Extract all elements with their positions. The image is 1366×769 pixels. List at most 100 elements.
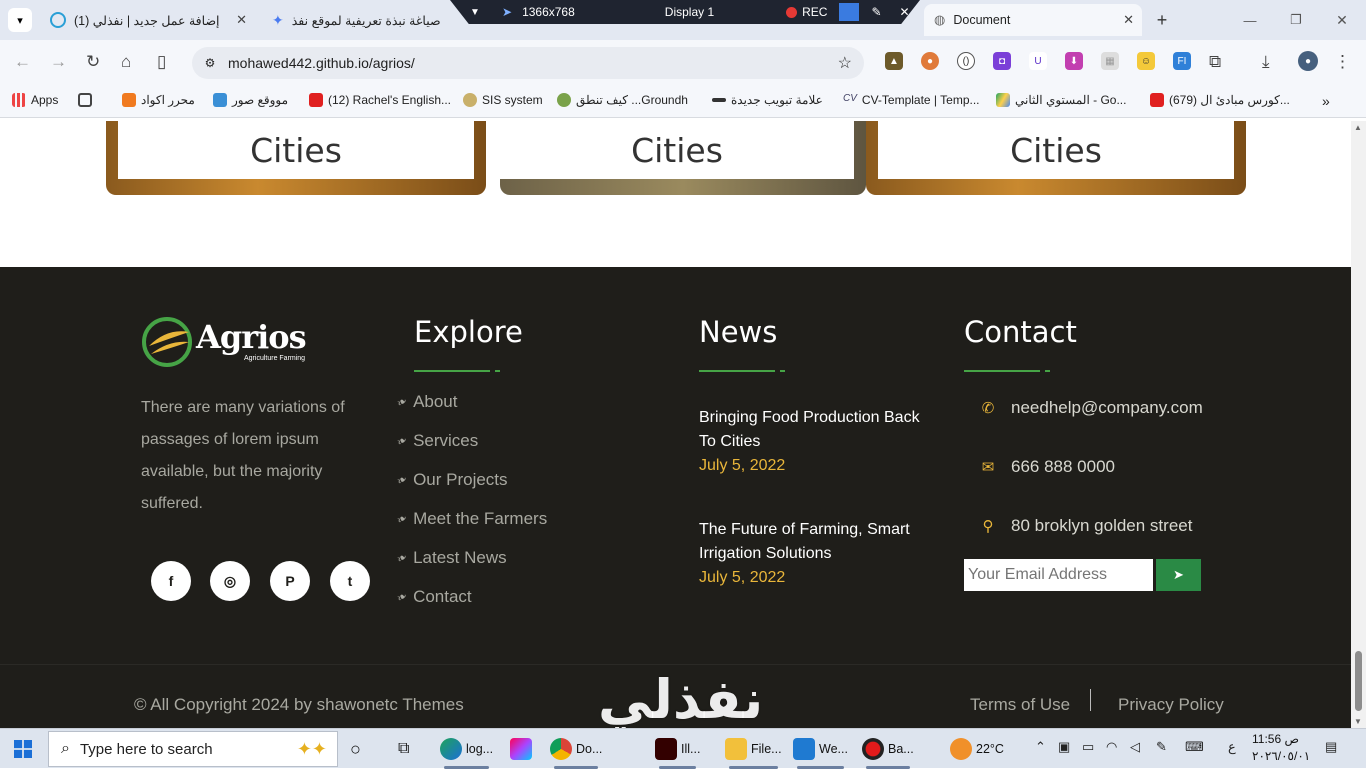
address-bar[interactable]: ⚙ mohawed442.github.io/agrios/ ☆ bbox=[192, 47, 864, 79]
profile-avatar[interactable]: ● bbox=[1298, 51, 1318, 71]
taskbar-search[interactable]: ⌕ Type here to search ✦✦ bbox=[48, 731, 338, 767]
camera-icon[interactable] bbox=[839, 3, 860, 21]
tab-nafezly[interactable]: (1) إضافة عمل جديد | نفذلي ✕ bbox=[40, 4, 255, 36]
sidebar-button[interactable]: ▯ bbox=[157, 52, 166, 72]
windows-start-icon[interactable] bbox=[14, 740, 32, 758]
agrios-logo[interactable]: Agrios Agriculture Farming bbox=[141, 316, 316, 368]
clock-date[interactable]: ٢٠٢٦/٠٥/٠١ bbox=[1252, 749, 1310, 763]
home-button[interactable]: ⌂ bbox=[121, 52, 131, 72]
city-card[interactable]: Cities bbox=[106, 121, 486, 195]
download-icon[interactable]: ⤓ bbox=[1262, 52, 1270, 72]
page-scrollbar[interactable]: ▲ ▼ bbox=[1351, 121, 1366, 728]
weather-widget[interactable]: 22°C bbox=[950, 736, 1004, 762]
battery-icon[interactable]: ▭ bbox=[1082, 739, 1094, 755]
extension-icon[interactable]: ▦ bbox=[1101, 52, 1119, 70]
pinterest-icon[interactable]: P bbox=[270, 561, 310, 601]
taskbar-app-m365[interactable] bbox=[510, 736, 532, 762]
recorder-display[interactable]: Display 1 bbox=[665, 5, 714, 19]
bookmark-item[interactable]: المستوي الثاني - Go... bbox=[996, 93, 1126, 107]
recorder-rec-label[interactable]: REC bbox=[802, 5, 827, 19]
taskbar-app-illustrator[interactable]: Ill... bbox=[655, 736, 700, 769]
show-hidden-icons[interactable]: ⌃ bbox=[1035, 739, 1046, 755]
close-tab-icon[interactable]: ✕ bbox=[236, 12, 247, 28]
back-button[interactable]: ← bbox=[14, 52, 31, 72]
taskbar-app-edge[interactable]: log... bbox=[440, 736, 493, 769]
footer-link-contact[interactable]: ❧ Contact bbox=[394, 587, 471, 607]
bookmark-item[interactable]: (12) Rachel's English... bbox=[309, 93, 451, 107]
reload-button[interactable]: ↻ bbox=[86, 52, 100, 72]
taskbar-app-recorder[interactable]: Ba... bbox=[862, 736, 914, 769]
new-tab-button[interactable]: + bbox=[1150, 8, 1174, 32]
bookmark-item[interactable]: علامة تبويب جديدة bbox=[712, 93, 823, 107]
news-title[interactable]: Bringing Food Production Back To Cities bbox=[699, 406, 934, 454]
meet-icon[interactable]: ▣ bbox=[1058, 739, 1070, 755]
pencil-icon[interactable]: ✎ bbox=[871, 5, 881, 19]
site-settings-icon[interactable]: ⚙ bbox=[202, 56, 218, 70]
clock-time[interactable]: 11:56 ص bbox=[1252, 732, 1299, 746]
scrollbar-thumb[interactable] bbox=[1355, 651, 1362, 711]
menu-kebab-icon[interactable]: ⋮ bbox=[1334, 52, 1351, 72]
close-tab-icon[interactable]: ✕ bbox=[1123, 12, 1134, 28]
extension-icon[interactable]: FI bbox=[1173, 52, 1191, 70]
city-card[interactable]: Cities bbox=[500, 121, 866, 195]
city-card[interactable]: Cities bbox=[866, 121, 1246, 195]
language-indicator[interactable]: ع bbox=[1228, 739, 1236, 755]
volume-icon[interactable]: ◁ bbox=[1130, 739, 1140, 755]
tab-document[interactable]: ◍ Document ✕ bbox=[924, 4, 1142, 36]
bookmark-item[interactable]: محرر اكواد bbox=[122, 93, 195, 107]
close-window-button[interactable]: ✕ bbox=[1330, 10, 1354, 30]
twitter-icon[interactable]: t bbox=[330, 561, 370, 601]
bookmark-star-icon[interactable]: ☆ bbox=[838, 53, 852, 73]
privacy-link[interactable]: Privacy Policy bbox=[1118, 695, 1224, 715]
newsletter-send-button[interactable]: ➤ bbox=[1156, 559, 1201, 591]
newsletter-email-input[interactable] bbox=[964, 559, 1153, 591]
tab-groups-icon[interactable] bbox=[78, 93, 92, 107]
notification-icon[interactable]: ▤ bbox=[1325, 739, 1337, 755]
instagram-icon[interactable]: ◎ bbox=[210, 561, 250, 601]
forward-button[interactable]: → bbox=[50, 52, 67, 72]
minimize-button[interactable]: — bbox=[1238, 10, 1262, 30]
tab-search-dropdown[interactable]: ▾ bbox=[8, 8, 32, 32]
news-title[interactable]: The Future of Farming, Smart Irrigation … bbox=[699, 518, 934, 566]
footer-link-about[interactable]: ❧ About bbox=[394, 392, 457, 412]
bookmark-item[interactable]: SIS system bbox=[463, 93, 543, 107]
scroll-down-arrow[interactable]: ▼ bbox=[1354, 717, 1362, 726]
extension-icon[interactable]: ☺ bbox=[1137, 52, 1155, 70]
extension-icon[interactable]: ⬇ bbox=[1065, 52, 1083, 70]
extension-icon[interactable]: U bbox=[1029, 52, 1047, 70]
extension-icon[interactable]: ▲ bbox=[885, 52, 903, 70]
keyboard-icon[interactable]: ⌨ bbox=[1185, 739, 1204, 755]
bookmark-item[interactable]: كيف تنطق ...Groundh bbox=[557, 93, 688, 107]
bookmark-item[interactable]: (679) كورس مبادئ ال... bbox=[1150, 93, 1290, 107]
extension-icon[interactable]: ● bbox=[921, 52, 939, 70]
recorder-resolution[interactable]: 1366x768 bbox=[522, 5, 575, 19]
tab-gemini[interactable]: ✦ صياغة نبذة تعريفية لموقع نفذ bbox=[262, 4, 457, 36]
bookmark-apps[interactable]: Apps bbox=[12, 93, 58, 107]
taskbar-app-vscode[interactable]: We... bbox=[793, 736, 848, 769]
footer-link-news[interactable]: ❧ Latest News bbox=[394, 548, 506, 568]
contact-email[interactable]: ✆ needhelp@company.com bbox=[981, 398, 1203, 418]
bookmark-item[interactable]: مووقع صور bbox=[213, 93, 288, 107]
news-date: July 5, 2022 bbox=[699, 457, 786, 474]
pen-icon[interactable]: ✎ bbox=[1156, 739, 1167, 755]
chevron-down-icon[interactable]: ▼ bbox=[468, 7, 482, 18]
footer-link-projects[interactable]: ❧ Our Projects bbox=[394, 470, 507, 490]
wifi-icon[interactable]: ◠ bbox=[1106, 739, 1117, 755]
cortana-icon[interactable]: ○ bbox=[350, 736, 361, 762]
taskbar-app-chrome[interactable]: Do... bbox=[550, 736, 602, 769]
url-text[interactable]: mohawed442.github.io/agrios/ bbox=[228, 55, 415, 71]
extensions-puzzle-icon[interactable]: ⧉ bbox=[1209, 52, 1221, 72]
footer-link-services[interactable]: ❧ Services bbox=[394, 431, 478, 451]
more-bookmarks-icon[interactable]: » bbox=[1322, 93, 1330, 109]
extension-icon[interactable]: () bbox=[957, 52, 975, 70]
scroll-up-arrow[interactable]: ▲ bbox=[1354, 123, 1362, 132]
footer-link-farmers[interactable]: ❧ Meet the Farmers bbox=[394, 509, 547, 529]
terms-link[interactable]: Terms of Use bbox=[970, 695, 1070, 715]
facebook-icon[interactable]: f bbox=[151, 561, 191, 601]
contact-phone[interactable]: ✉ 666 888 0000 bbox=[981, 457, 1115, 477]
extension-icon[interactable]: ◘ bbox=[993, 52, 1011, 70]
bookmark-item[interactable]: CV CV-Template | Temp... bbox=[843, 93, 980, 107]
task-view-icon[interactable]: ⧉ bbox=[398, 736, 409, 762]
restore-button[interactable]: ❐ bbox=[1284, 10, 1308, 30]
taskbar-app-explorer[interactable]: File... bbox=[725, 736, 782, 769]
